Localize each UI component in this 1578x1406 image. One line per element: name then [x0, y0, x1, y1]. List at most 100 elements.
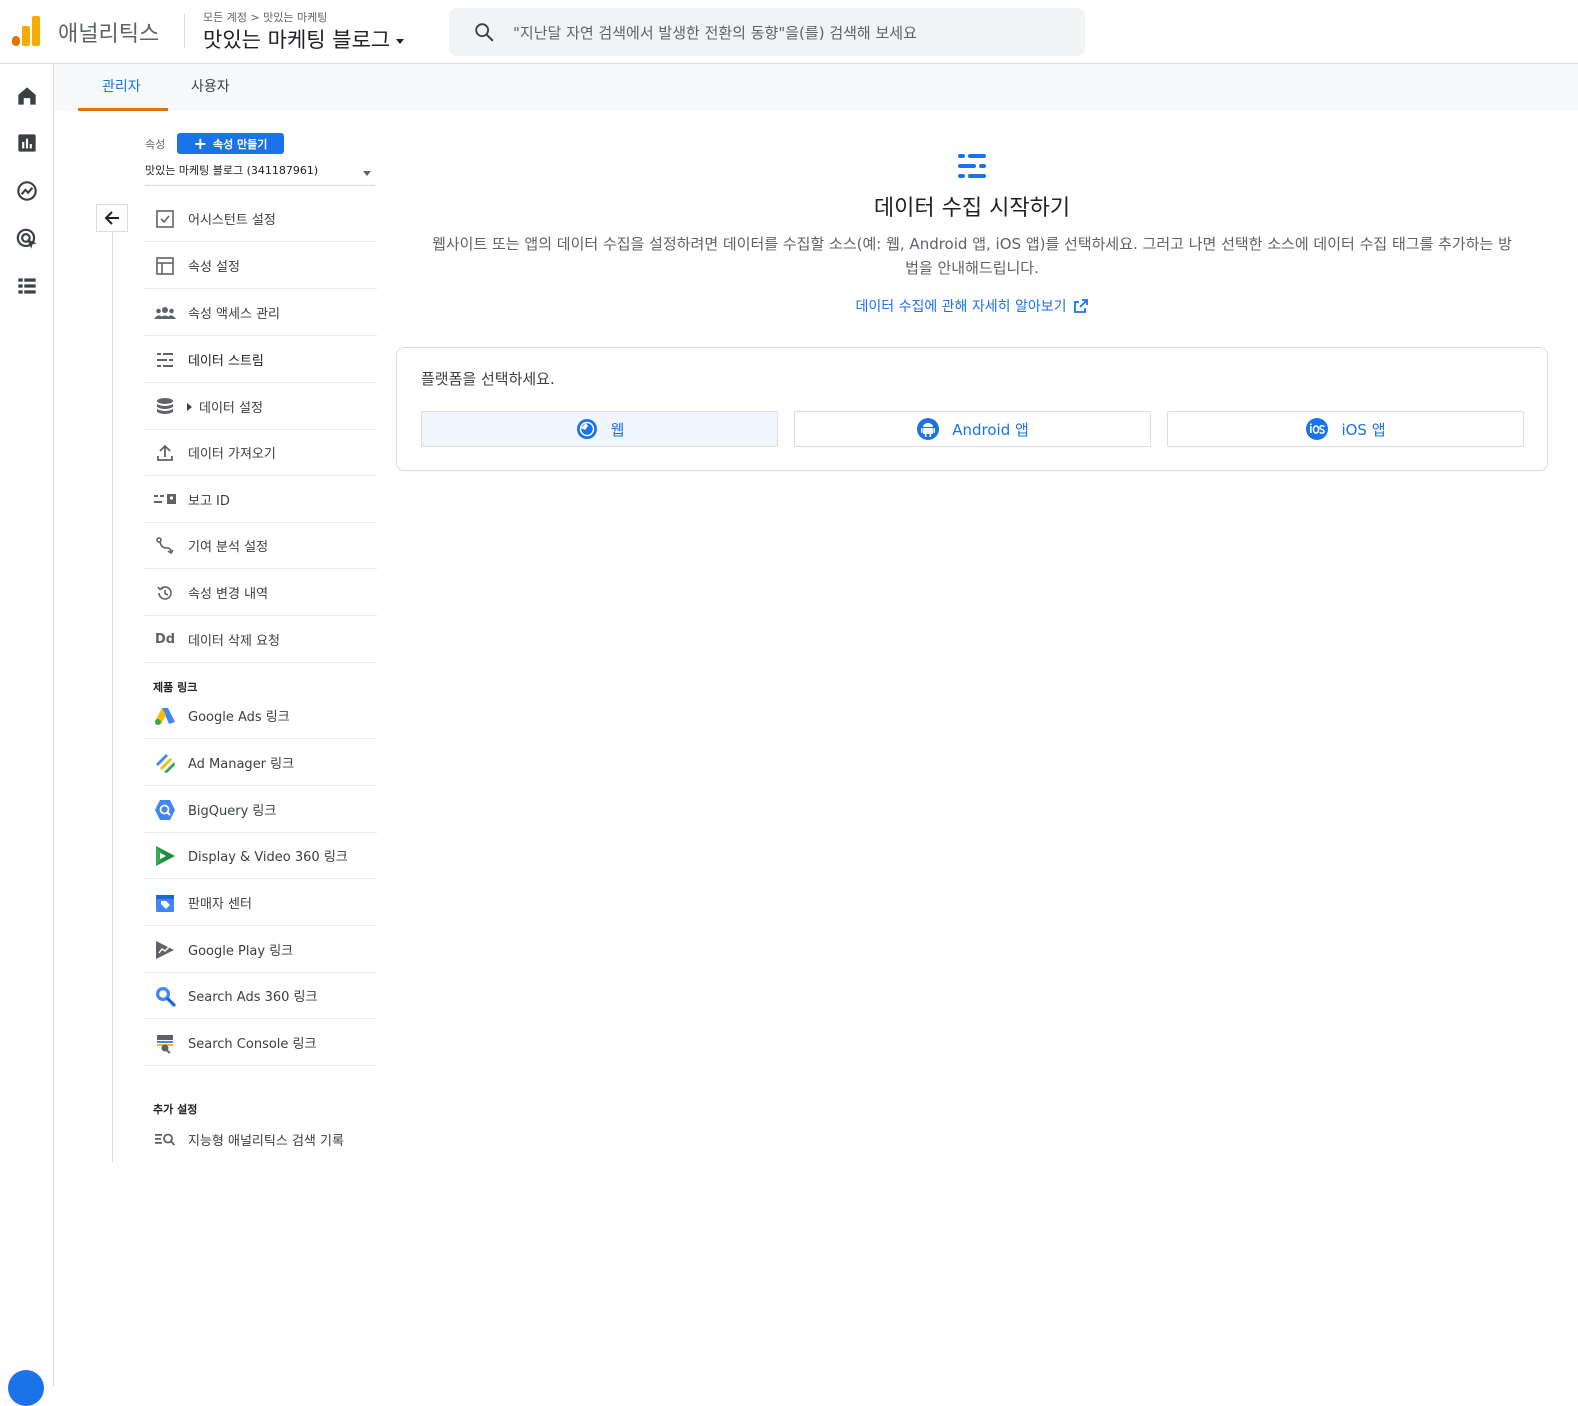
home-icon[interactable]: [14, 83, 40, 109]
reports-icon[interactable]: [14, 130, 40, 156]
menu-item-label: 속성 액세스 관리: [188, 307, 280, 322]
upload-icon: [157, 444, 173, 461]
advertising-icon[interactable]: [14, 226, 40, 252]
account-avatar[interactable]: [8, 1370, 44, 1406]
nav-divider-line: [112, 232, 113, 1162]
android-icon: [917, 418, 940, 440]
menu-item-property-settings[interactable]: 속성 설정: [145, 243, 377, 289]
menu-item-label: 데이터 스트림: [188, 354, 264, 369]
menu-item-label: Search Console 링크: [188, 1037, 317, 1052]
merchant-center-icon: [156, 894, 174, 912]
search-history-icon: [155, 1133, 176, 1146]
google-play-icon: [156, 940, 174, 959]
tab-admin[interactable]: 관리자: [102, 76, 141, 96]
menu-item-google-play[interactable]: Google Play 링크: [145, 927, 377, 973]
configure-icon[interactable]: [14, 273, 40, 299]
platform-title: 플랫폼을 선택하세요.: [421, 370, 555, 388]
reporting-id-icon: [154, 493, 176, 504]
menu-item-attribution[interactable]: 기여 분석 설정: [145, 523, 377, 569]
menu-item-label: 속성 설정: [188, 260, 240, 275]
dropdown-arrow-icon: [363, 171, 371, 176]
page-description: 웹사이트 또는 앱의 데이터 수집을 설정하려면 데이터를 수집할 소스(예: …: [432, 235, 1512, 277]
menu-item-label: 보고 ID: [188, 494, 230, 509]
additional-settings-heading: 추가 설정: [153, 1103, 198, 1116]
menu-item-reporting-id[interactable]: 보고 ID: [145, 477, 377, 523]
menu-item-label: 데이터 삭제 요청: [188, 634, 280, 649]
explore-icon[interactable]: [14, 178, 40, 204]
search-placeholder: "지난달 자연 검색에서 발생한 전환의 동향"을(를) 검색해 보세요: [513, 23, 917, 42]
android-platform-label: Android 앱: [952, 420, 1029, 439]
menu-item-dv360[interactable]: Display & Video 360 링크: [145, 833, 377, 879]
create-property-button[interactable]: + 속성 만들기: [177, 133, 284, 154]
menu-item-bigquery[interactable]: BigQuery 링크: [145, 787, 377, 833]
menu-item-data-deletion[interactable]: Dd 데이터 삭제 요청: [145, 617, 377, 663]
search-icon: [475, 23, 494, 42]
menu-item-data-import[interactable]: 데이터 가져오기: [145, 430, 377, 476]
google-ads-icon: [155, 707, 175, 725]
ios-icon: [1306, 418, 1329, 440]
header-divider: [184, 14, 185, 48]
menu-item-google-ads[interactable]: Google Ads 링크: [145, 693, 377, 739]
web-platform-label: 웹: [610, 420, 625, 439]
history-icon: [157, 585, 172, 600]
menu-item-data-streams[interactable]: 데이터 스트림: [145, 337, 377, 383]
menu-item-data-settings[interactable]: 데이터 설정: [145, 384, 377, 430]
property-label: 속성: [145, 138, 166, 151]
property-settings-icon: [156, 256, 174, 275]
ios-platform-button[interactable]: iOS 앱: [1167, 411, 1524, 447]
menu-item-label: 판매자 센터: [188, 897, 252, 912]
active-tab-indicator: [78, 108, 168, 111]
menu-item-search-history[interactable]: 지능형 애널리틱스 검색 기록: [145, 1116, 377, 1162]
ad-manager-icon: [156, 753, 175, 773]
dv360-icon: [156, 845, 175, 866]
menu-item-access-management[interactable]: 속성 액세스 관리: [145, 290, 377, 336]
platform-select-card: 플랫폼을 선택하세요. 웹 Android 앱 iOS 앱: [396, 347, 1548, 471]
property-picker[interactable]: 맛있는 마케팅 블로그: [203, 24, 405, 54]
menu-item-ad-manager[interactable]: Ad Manager 링크: [145, 740, 377, 786]
search-bar[interactable]: "지난달 자연 검색에서 발생한 전환의 동향"을(를) 검색해 보세요: [449, 8, 1085, 56]
ios-platform-label: iOS 앱: [1341, 420, 1386, 439]
left-nav-rail: [0, 64, 54, 1406]
menu-item-merchant-center[interactable]: 판매자 센터: [145, 880, 377, 926]
plus-icon: +: [193, 133, 207, 153]
android-platform-button[interactable]: Android 앱: [794, 411, 1151, 447]
caret-down-icon: [396, 38, 405, 44]
data-stream-icon: [157, 352, 173, 367]
property-title: 맛있는 마케팅 블로그: [203, 28, 391, 52]
menu-item-search-ads[interactable]: Search Ads 360 링크: [145, 973, 377, 1019]
analytics-logo-icon[interactable]: [12, 16, 40, 46]
menu-item-label: Google Ads 링크: [188, 710, 290, 725]
expand-arrow-icon[interactable]: [187, 402, 192, 411]
web-platform-button[interactable]: 웹: [421, 411, 778, 447]
external-link-icon: [1073, 299, 1088, 313]
create-property-label: 속성 만들기: [212, 137, 268, 151]
bigquery-icon: [155, 799, 175, 820]
page-title: 데이터 수집 시작하기: [873, 196, 1071, 221]
menu-item-label: BigQuery 링크: [188, 804, 277, 819]
back-button[interactable]: [96, 204, 128, 232]
attribution-icon: [156, 536, 174, 554]
checklist-icon: [156, 209, 174, 228]
database-icon: [157, 397, 173, 414]
menu-item-label: 지능형 애널리틱스 검색 기록: [188, 1133, 344, 1149]
arrow-back-icon: [104, 211, 119, 225]
web-icon: [576, 419, 597, 439]
menu-item-assistant[interactable]: 어시스턴트 설정: [145, 196, 377, 242]
data-stream-icon: [958, 154, 986, 178]
search-ads-icon: [156, 986, 176, 1007]
property-select[interactable]: 맛있는 마케팅 블로그 (341187961): [145, 162, 375, 186]
admin-tabs: 관리자 사용자: [54, 64, 1578, 111]
menu-item-label: 속성 변경 내역: [188, 587, 269, 602]
menu-item-label: 어시스턴트 설정: [188, 213, 276, 228]
menu-item-change-history[interactable]: 속성 변경 내역: [145, 570, 377, 616]
property-select-value: 맛있는 마케팅 블로그 (341187961): [145, 164, 319, 177]
menu-item-label: 기여 분석 설정: [188, 540, 269, 555]
menu-item-label: 데이터 설정: [199, 401, 263, 416]
menu-item-label: Ad Manager 링크: [188, 757, 295, 772]
learn-more-link[interactable]: 데이터 수집에 관해 자세히 알아보기: [672, 296, 1272, 316]
breadcrumb[interactable]: 모든 계정 > 맛있는 마케팅: [203, 9, 327, 25]
tab-user[interactable]: 사용자: [191, 76, 230, 96]
menu-item-label: 데이터 가져오기: [188, 447, 276, 462]
menu-item-label: Search Ads 360 링크: [188, 990, 318, 1005]
menu-item-search-console[interactable]: Search Console 링크: [145, 1020, 377, 1066]
